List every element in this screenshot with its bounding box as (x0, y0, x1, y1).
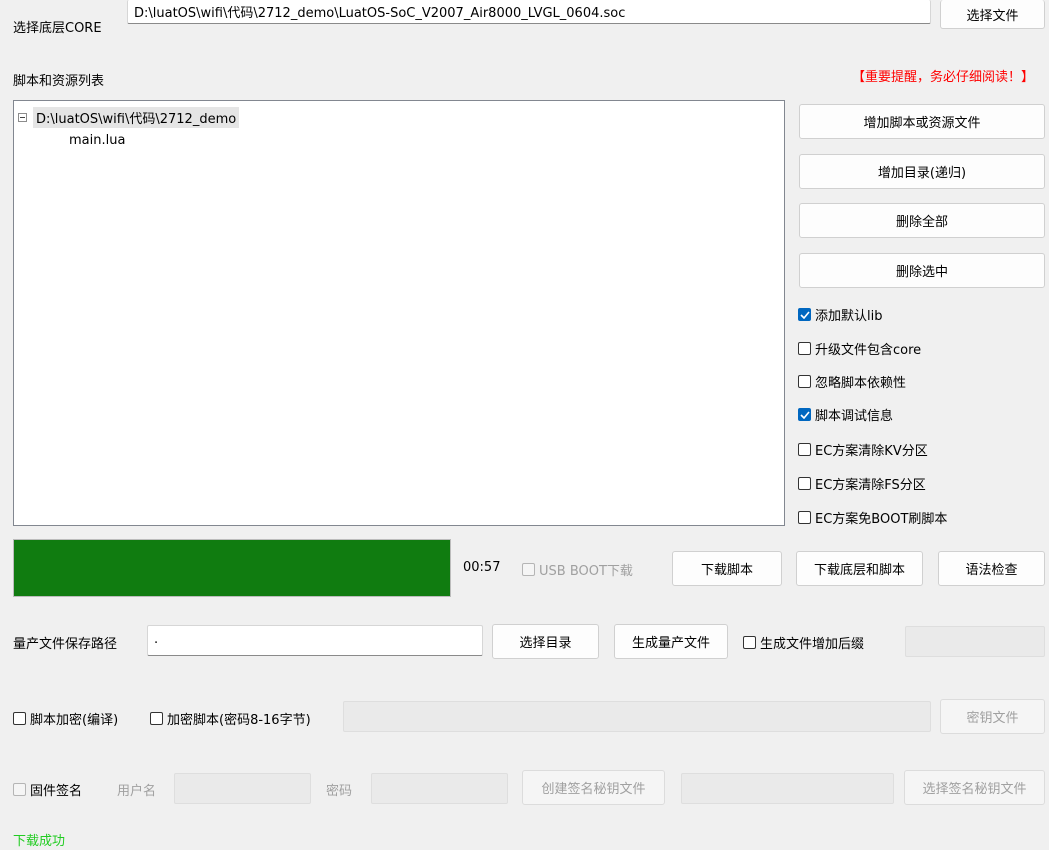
checkbox-icon[interactable] (798, 342, 811, 355)
username-field[interactable] (174, 773, 311, 804)
add-script-resource-button[interactable]: 增加脚本或资源文件 (799, 104, 1045, 139)
password-label: 密码 (326, 784, 353, 799)
option-no-boot-flash[interactable]: EC方案免BOOT刷脚本 (798, 508, 947, 527)
core-label: 选择底层CORE (13, 21, 102, 36)
download-core-and-script-button[interactable]: 下载底层和脚本 (796, 551, 923, 586)
delete-selected-button[interactable]: 删除选中 (799, 253, 1045, 288)
option-label: 忽略脚本依赖性 (815, 376, 907, 391)
checkbox-icon[interactable] (798, 443, 811, 456)
select-directory-button[interactable]: 选择目录 (492, 624, 599, 659)
firmware-sign-label: 固件签名 (30, 784, 83, 799)
checkbox-checked-icon[interactable] (798, 408, 811, 421)
generate-mass-file-button[interactable]: 生成量产文件 (614, 624, 728, 659)
syntax-check-button[interactable]: 语法检查 (938, 551, 1045, 586)
encrypt-script-checkbox[interactable]: 加密脚本(密码8-16字节) (150, 709, 311, 728)
core-path-field[interactable]: D:\luatOS\wifi\代码\2712_demo\LuatOS-SoC_V… (127, 0, 931, 24)
sign-key-path-field[interactable] (681, 773, 894, 804)
suffix-field[interactable] (905, 626, 1045, 657)
tree-root-node[interactable]: D:\luatOS\wifi\代码\2712_demo (18, 107, 240, 128)
option-debug-info[interactable]: 脚本调试信息 (798, 405, 893, 424)
option-label: EC方案免BOOT刷脚本 (815, 512, 948, 527)
option-label: 升级文件包含core (815, 343, 922, 358)
usb-boot-checkbox[interactable]: USB BOOT下载 (522, 560, 633, 579)
mass-production-path-label: 量产文件保存路径 (13, 637, 118, 652)
status-message: 下载成功 (13, 834, 66, 849)
download-progress-bar (13, 539, 451, 597)
option-label: 脚本调试信息 (815, 409, 894, 424)
checkbox-checked-icon[interactable] (798, 308, 811, 321)
key-file-button[interactable]: 密钥文件 (940, 699, 1045, 734)
option-label: EC方案清除KV分区 (815, 444, 928, 459)
elapsed-time: 00:57 (463, 560, 501, 575)
compile-encrypt-checkbox[interactable]: 脚本加密(编译) (13, 709, 118, 728)
firmware-sign-checkbox[interactable]: 固件签名 (13, 780, 82, 799)
checkbox-icon[interactable] (13, 712, 26, 725)
option-clear-fs[interactable]: EC方案清除FS分区 (798, 474, 926, 493)
checkbox-icon[interactable] (150, 712, 163, 725)
add-suffix-label: 生成文件增加后缀 (760, 637, 865, 652)
option-label: EC方案清除FS分区 (815, 478, 926, 493)
option-ignore-dependency[interactable]: 忽略脚本依赖性 (798, 372, 906, 391)
select-sign-key-button[interactable]: 选择签名秘钥文件 (904, 770, 1045, 805)
option-label: 添加默认lib (815, 309, 883, 324)
checkbox-icon[interactable] (13, 783, 26, 796)
download-script-button[interactable]: 下载脚本 (672, 551, 782, 586)
password-field[interactable] (371, 773, 508, 804)
checkbox-icon[interactable] (798, 375, 811, 388)
tree-root-label: D:\luatOS\wifi\代码\2712_demo (33, 107, 240, 128)
option-clear-kv[interactable]: EC方案清除KV分区 (798, 440, 928, 459)
mass-production-path-field[interactable]: . (147, 625, 483, 656)
encrypt-script-label: 加密脚本(密码8-16字节) (167, 713, 311, 728)
usb-boot-label: USB BOOT下载 (539, 564, 633, 579)
script-tree-view[interactable]: D:\luatOS\wifi\代码\2712_demo main.lua (13, 100, 785, 526)
encryption-key-field[interactable] (343, 701, 931, 732)
progress-fill (14, 540, 450, 596)
option-include-core[interactable]: 升级文件包含core (798, 339, 921, 358)
compile-encrypt-label: 脚本加密(编译) (30, 713, 119, 728)
option-add-default-lib[interactable]: 添加默认lib (798, 305, 882, 324)
checkbox-icon[interactable] (743, 636, 756, 649)
collapse-icon[interactable] (18, 113, 27, 122)
tree-item-main-lua[interactable]: main.lua (69, 133, 125, 148)
add-directory-button[interactable]: 增加目录(递归) (799, 154, 1045, 189)
create-sign-key-button[interactable]: 创建签名秘钥文件 (522, 770, 665, 805)
important-notice-link[interactable]: 【重要提醒，务必仔细阅读！】 (852, 66, 1034, 85)
script-list-label: 脚本和资源列表 (13, 74, 105, 89)
add-suffix-checkbox[interactable]: 生成文件增加后缀 (743, 633, 864, 652)
checkbox-icon[interactable] (798, 477, 811, 490)
checkbox-icon[interactable] (798, 511, 811, 524)
delete-all-button[interactable]: 删除全部 (799, 203, 1045, 238)
select-core-file-button[interactable]: 选择文件 (940, 0, 1045, 29)
username-label: 用户名 (117, 784, 157, 799)
checkbox-icon[interactable] (522, 563, 535, 576)
